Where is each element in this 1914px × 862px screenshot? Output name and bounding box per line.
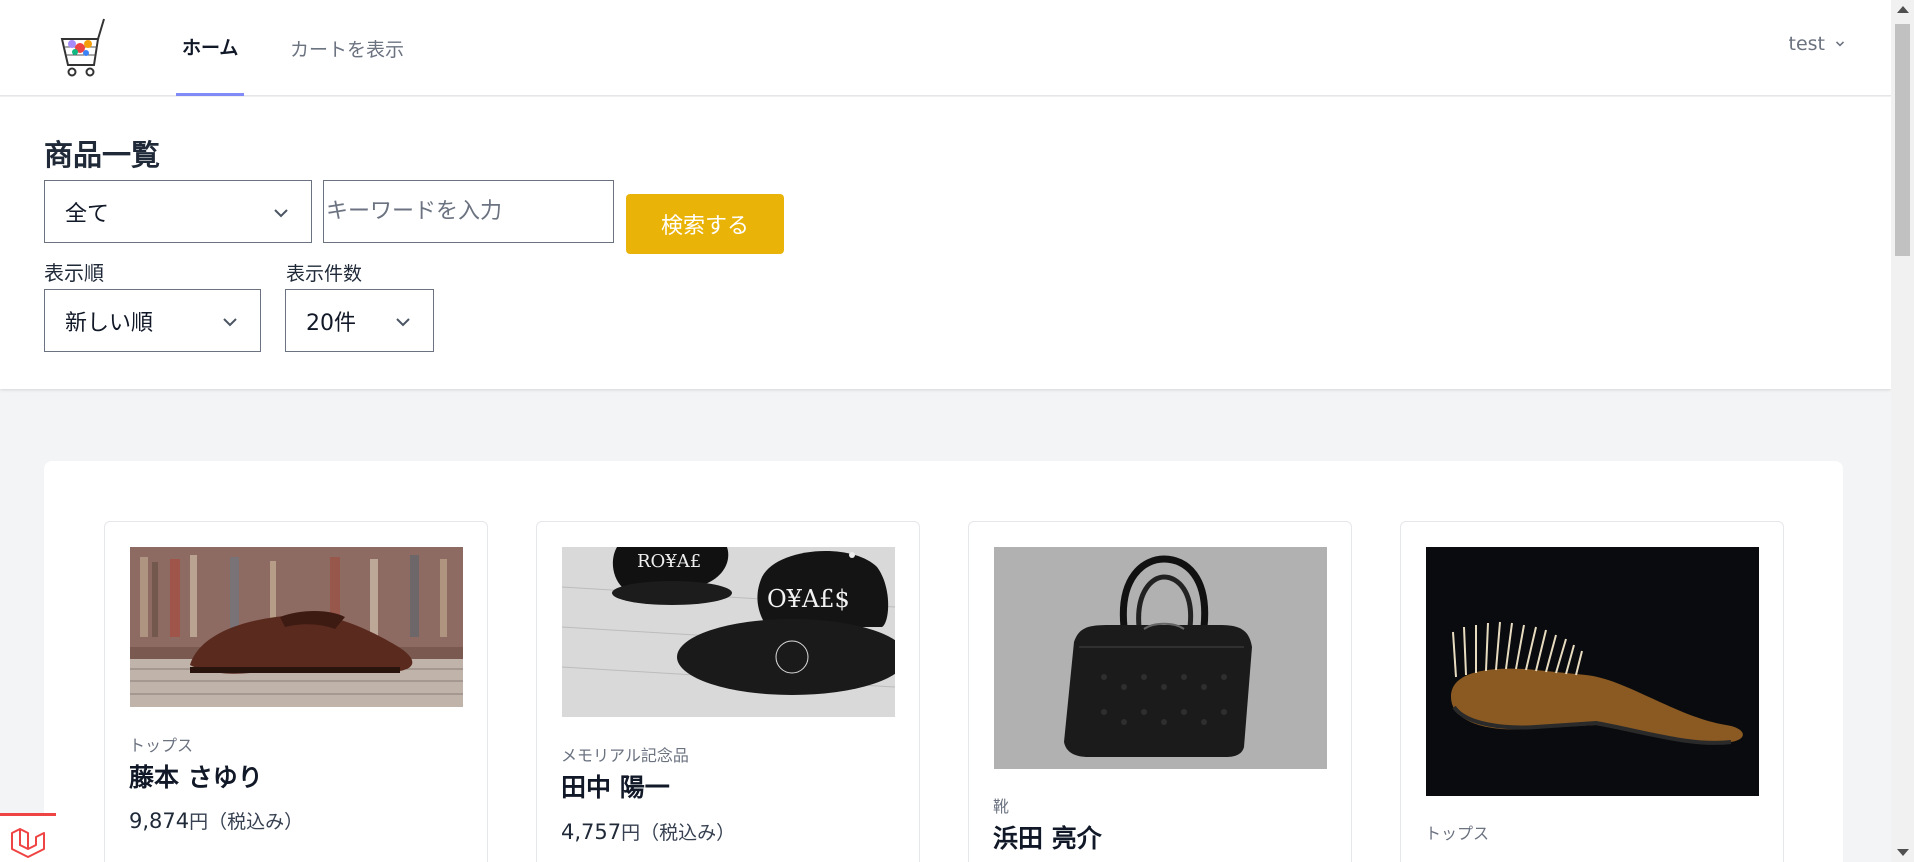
brush-photo <box>1426 547 1759 796</box>
user-menu[interactable]: test <box>1789 33 1848 55</box>
currency: 円 <box>189 811 209 833</box>
filter-panel: 商品一覧 全て 検索する 表示順 表示件数 新しい順 20件 <box>0 97 1891 389</box>
page-title: 商品一覧 <box>44 138 161 172</box>
svg-text:RO¥A£: RO¥A£ <box>637 551 701 572</box>
scroll-up-arrow-icon[interactable] <box>1897 6 1909 13</box>
sort-label: 表示順 <box>44 261 104 285</box>
tax-note: （税込み） <box>208 811 304 833</box>
chevron-down-icon <box>396 318 410 327</box>
product-card[interactable]: 靴 浜田 亮介 <box>968 521 1352 862</box>
product-price: 9,874円（税込み） <box>129 807 303 834</box>
tab-view-cart[interactable]: カートを表示 <box>284 0 410 96</box>
product-name: 藤本 さゆり <box>129 763 263 792</box>
user-name: test <box>1788 33 1826 55</box>
laravel-logo-icon <box>11 828 45 858</box>
product-category: 靴 <box>993 797 1010 816</box>
count-select[interactable]: 20件 <box>285 289 434 352</box>
category-select-value: 全て <box>65 201 110 227</box>
price-value: 9,874 <box>129 809 190 833</box>
chevron-down-icon <box>223 318 237 327</box>
price-value: 4,757 <box>561 820 622 844</box>
chevron-down-icon <box>274 209 288 218</box>
scroll-down-arrow-icon[interactable] <box>1897 849 1909 856</box>
sort-select[interactable]: 新しい順 <box>44 289 261 352</box>
tax-note: （税込み） <box>640 822 736 844</box>
search-button[interactable]: 検索する <box>626 194 784 254</box>
product-card[interactable]: RO¥A£ O¥A£$ メモリアル記念品 田中 陽一 4,757円（税込み） <box>536 521 920 862</box>
product-category: トップス <box>129 736 194 755</box>
svg-text:O¥A£$: O¥A£$ <box>767 585 850 613</box>
laravel-debug-badge[interactable] <box>0 813 56 862</box>
sort-select-value: 新しい順 <box>65 310 154 336</box>
cart-logo-icon[interactable] <box>58 17 108 77</box>
count-select-value: 20件 <box>306 310 356 336</box>
product-list-card: トップス 藤本 さゆり 9,874円（税込み） RO¥A£ O¥A£$ メモリア… <box>44 461 1843 862</box>
keyword-input[interactable] <box>323 180 614 243</box>
tab-home[interactable]: ホーム <box>176 0 245 96</box>
product-card[interactable]: トップス 藤本 さゆり 9,874円（税込み） <box>104 521 488 862</box>
page-scrollbar[interactable] <box>1891 0 1914 862</box>
product-name: 浜田 亮介 <box>993 824 1102 853</box>
scrollbar-thumb[interactable] <box>1895 24 1910 256</box>
count-label: 表示件数 <box>286 263 363 285</box>
currency: 円 <box>621 822 641 844</box>
product-card[interactable]: トップス <box>1400 521 1784 862</box>
shoe-photo <box>130 547 463 707</box>
product-category: メモリアル記念品 <box>561 746 689 765</box>
product-name: 田中 陽一 <box>561 773 670 802</box>
category-select[interactable]: 全て <box>44 180 312 243</box>
top-navigation: ホーム カートを表示 test <box>0 0 1891 96</box>
handbag-photo <box>994 547 1327 769</box>
caps-photo: RO¥A£ O¥A£$ <box>562 547 895 717</box>
product-price: 4,757円（税込み） <box>561 818 735 845</box>
product-category: トップス <box>1425 824 1490 843</box>
chevron-down-icon <box>1835 41 1845 47</box>
